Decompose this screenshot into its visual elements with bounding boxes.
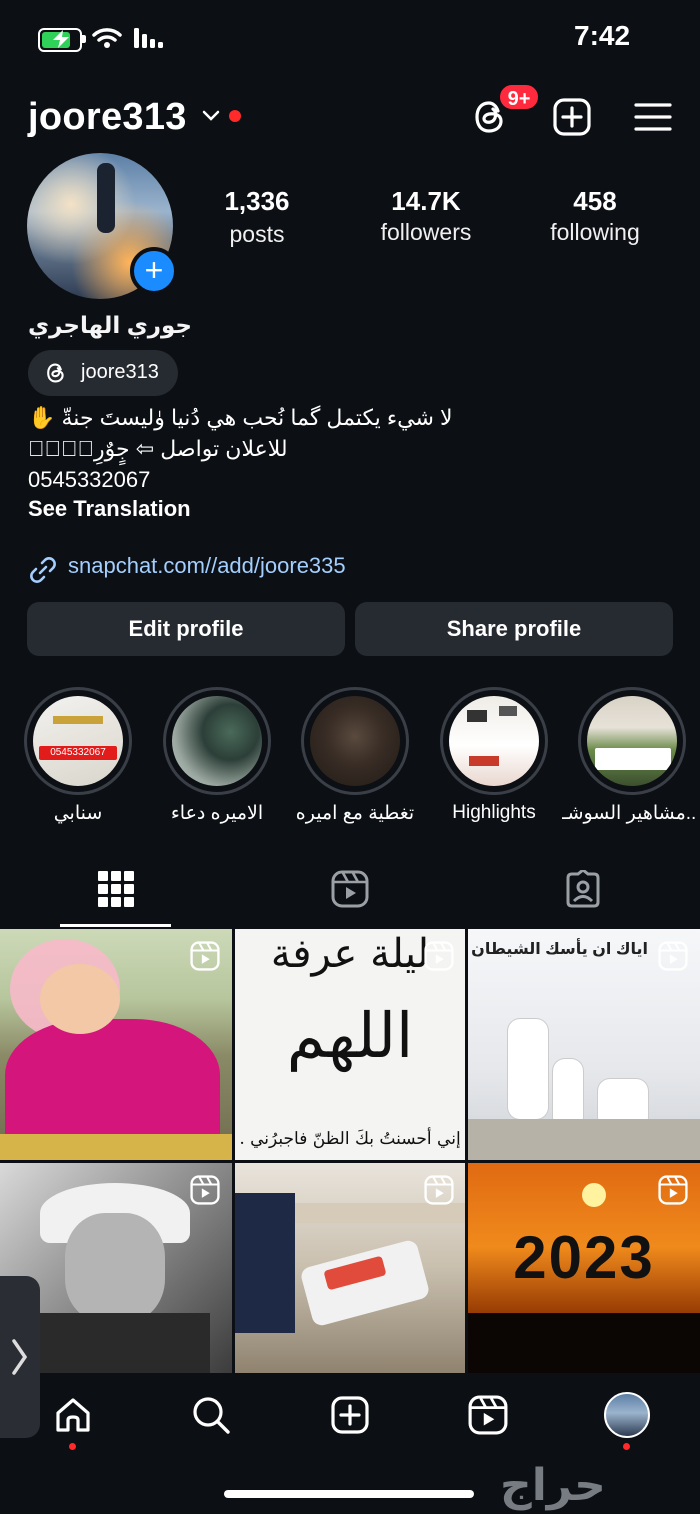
bio-line-1: لا شيء يكتمل گما نُحب هي دُنيا وٰليستَ ج… xyxy=(28,405,453,430)
battery-tip xyxy=(82,35,86,43)
highlight-label-1: سنابي xyxy=(53,803,103,824)
highlight-4[interactable] xyxy=(440,687,548,795)
highlight-2[interactable] xyxy=(163,687,271,795)
home-icon[interactable] xyxy=(53,1395,93,1435)
chevron-right-icon xyxy=(12,1339,28,1375)
following-count: 458 xyxy=(573,186,617,216)
status-time: 7:42 xyxy=(574,20,631,51)
grid-tab-icon[interactable] xyxy=(98,871,134,907)
reel-indicator-icon xyxy=(190,1175,220,1205)
search-icon[interactable] xyxy=(191,1395,231,1435)
followers-label: followers xyxy=(380,219,472,245)
following-stat[interactable]: 458 following xyxy=(510,186,680,246)
reel-indicator-icon xyxy=(424,941,454,971)
threads-badge[interactable]: joore313 xyxy=(28,350,178,396)
highlight-3[interactable] xyxy=(301,687,409,795)
wifi-icon xyxy=(92,28,122,48)
threads-small-icon xyxy=(47,363,64,383)
full-name: جوري الهاجري xyxy=(28,312,193,338)
post-2-bottom: إني أحسنتُ بكَ الظنّ فاجبرُني . xyxy=(239,1129,461,1149)
reels-tab-icon[interactable] xyxy=(331,870,369,908)
reels-nav-icon[interactable] xyxy=(468,1395,508,1435)
charging-bolt-icon xyxy=(53,30,69,48)
new-post-icon[interactable] xyxy=(330,1395,370,1435)
highlight-label-5: مشاهير السوشـ... xyxy=(562,803,696,824)
add-story-icon[interactable]: + xyxy=(130,247,178,295)
tagged-tab-icon[interactable] xyxy=(564,870,602,908)
live-dot xyxy=(229,110,241,122)
post-2-main: اللهم xyxy=(286,999,414,1072)
watermark-logo: حراج xyxy=(500,1461,606,1510)
following-label: following xyxy=(550,219,640,245)
posts-stat[interactable]: 1,336 posts xyxy=(172,186,342,248)
create-icon[interactable] xyxy=(552,97,592,137)
profile-nav-avatar[interactable] xyxy=(604,1392,650,1438)
posts-label: posts xyxy=(229,221,285,247)
notification-badge: 9+ xyxy=(498,83,540,111)
chevron-down-icon[interactable] xyxy=(202,110,220,122)
link-icon xyxy=(30,557,56,583)
highlight-phone: 0545332067 xyxy=(39,746,117,760)
reel-indicator-icon xyxy=(658,1175,688,1205)
highlight-label-4: Highlights xyxy=(452,802,536,823)
username-switcher[interactable]: joore313 xyxy=(28,96,187,139)
post-3-caption: اياك ان يأسك الشيطان xyxy=(471,941,648,958)
highlight-label-3: تغطية مع اميره xyxy=(295,803,415,824)
side-drawer-handle[interactable] xyxy=(0,1276,40,1438)
share-profile-button[interactable]: Share profile xyxy=(355,602,673,656)
followers-count: 14.7K xyxy=(391,186,461,216)
external-link[interactable]: snapchat.com//add/joore335 xyxy=(68,553,346,579)
reel-indicator-icon xyxy=(424,1175,454,1205)
edit-profile-button[interactable]: Edit profile xyxy=(27,602,345,656)
post-6-year: 2023 xyxy=(513,1224,655,1291)
reel-indicator-icon xyxy=(658,941,688,971)
reel-indicator-icon xyxy=(190,941,220,971)
bio-line-2: للاعلان تواصل ⇦ جٍوٌرِيّ۪ٜ xyxy=(28,436,288,461)
highlight-5[interactable] xyxy=(578,687,686,795)
profile-notification-dot xyxy=(623,1443,630,1450)
signal-icon xyxy=(134,28,163,48)
menu-icon[interactable] xyxy=(634,102,672,132)
highlight-1[interactable]: 0545332067 xyxy=(24,687,132,795)
highlight-label-2: الاميره دعاء xyxy=(170,803,264,824)
followers-stat[interactable]: 14.7K followers xyxy=(341,186,511,246)
bio-phone[interactable]: 0545332067 xyxy=(28,467,150,493)
home-indicator[interactable] xyxy=(224,1490,474,1498)
active-tab-indicator xyxy=(60,924,171,927)
threads-handle: joore313 xyxy=(81,361,159,383)
home-notification-dot xyxy=(69,1443,76,1450)
posts-count: 1,336 xyxy=(224,186,290,216)
see-translation-link[interactable]: See Translation xyxy=(28,496,191,522)
